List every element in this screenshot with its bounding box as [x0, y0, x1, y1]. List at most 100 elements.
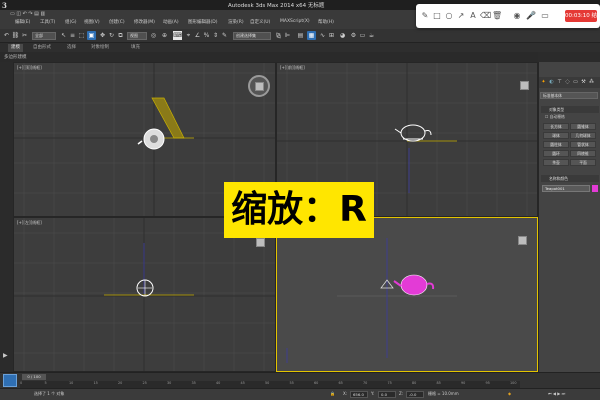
menu-graph-editors[interactable]: 图形编辑器(D) — [188, 19, 217, 25]
angle-snap-icon[interactable]: ∠ — [193, 31, 202, 40]
align-icon[interactable]: ⊫ — [283, 31, 292, 40]
menu-animation[interactable]: 动画(A) — [163, 19, 179, 25]
select-object-icon[interactable]: ↖ — [59, 31, 68, 40]
link-icon[interactable]: ⛓ — [11, 31, 20, 40]
z-coord-field[interactable]: -0.0 — [406, 391, 424, 398]
create-tab-icon[interactable]: ✦ — [540, 79, 547, 86]
geosphere-button[interactable]: 几何球体 — [570, 132, 596, 139]
material-editor-icon[interactable]: ◕ — [338, 31, 347, 40]
quick-access-icons[interactable]: ▭ ◫ ↶ ↷ ▤ ▥ — [10, 11, 45, 17]
systems-tab-icon[interactable]: ⁂ — [588, 79, 595, 86]
window-crossing-icon[interactable]: ▣ — [87, 31, 96, 40]
app-logo-icon[interactable]: 3 — [2, 1, 12, 10]
pivot-center-icon[interactable]: ◎ — [149, 31, 158, 40]
tab-object-paint[interactable]: 对象绘制 — [88, 44, 112, 52]
reference-coord-dropdown[interactable]: 视图 — [127, 32, 147, 40]
pyramid-button[interactable]: 四棱锥 — [570, 150, 596, 157]
menu-view[interactable]: 视图(V) — [84, 19, 100, 25]
rect-selection-icon[interactable]: ⬚ — [77, 31, 86, 40]
render-frame-icon[interactable]: ▭ — [358, 31, 367, 40]
name-color-rollout[interactable]: 名称和颜色 — [541, 175, 599, 182]
square-icon[interactable]: □ — [432, 11, 442, 21]
sphere-button[interactable]: 球体 — [543, 132, 569, 139]
torus-button[interactable]: 圆环 — [543, 150, 569, 157]
percent-snap-icon[interactable]: % — [202, 31, 211, 40]
object-category-dropdown[interactable]: 标准基本体 — [540, 92, 598, 99]
layer-manager-icon[interactable]: ▤ — [296, 31, 305, 40]
tab-selection[interactable]: 选择 — [64, 44, 79, 52]
object-type-rollout[interactable]: 对象类型 — [541, 106, 599, 113]
cylinder-button[interactable]: 圆柱体 — [543, 141, 569, 148]
menu-rendering[interactable]: 渲染(R) — [228, 19, 244, 25]
menu-create[interactable]: 创建(C) — [109, 19, 125, 25]
menu-maxscript[interactable]: MAXScript(X) — [280, 19, 310, 24]
viewcube-left[interactable] — [256, 238, 265, 247]
circle-icon[interactable]: ○ — [444, 11, 454, 21]
viewcube-face[interactable] — [255, 82, 264, 91]
box-button[interactable]: 长方体 — [543, 123, 569, 130]
render-setup-icon[interactable]: ⚙ — [349, 31, 358, 40]
display-tab-icon[interactable]: ▭ — [572, 79, 579, 86]
mic-icon[interactable]: 🎤 — [526, 11, 536, 21]
viewcube-front[interactable] — [520, 81, 529, 90]
object-name-field[interactable]: Teapot001 — [542, 185, 590, 192]
track-bar[interactable]: 0 5 10 15 20 25 30 35 40 45 50 55 60 65 70 75 80 85 90 95 10… — [20, 381, 520, 388]
record-icon[interactable]: ▭ — [540, 11, 550, 21]
pen-icon[interactable]: ✎ — [420, 11, 430, 21]
snaps-toggle-icon[interactable]: ⌖ — [184, 31, 193, 40]
viewcube-perspective[interactable] — [518, 236, 527, 245]
viewport-layout-icon[interactable] — [3, 374, 17, 387]
ribbon-panel-label[interactable]: 多边形建模 — [4, 54, 27, 60]
text-icon[interactable]: A — [468, 11, 478, 21]
menu-tools[interactable]: 工具(T) — [40, 19, 55, 25]
menu-help[interactable]: 帮助(H) — [318, 19, 334, 25]
motion-tab-icon[interactable]: ◌ — [564, 79, 571, 86]
menu-customize[interactable]: 自定义(U) — [250, 19, 270, 25]
move-icon[interactable]: ✥ — [98, 31, 107, 40]
keyboard-shortcut-icon[interactable]: ⌨ — [173, 31, 182, 40]
menu-group[interactable]: 组(G) — [65, 19, 77, 25]
camera-icon[interactable]: ◉ — [512, 11, 522, 21]
unlink-icon[interactable]: ✂ — [20, 31, 29, 40]
playback-controls[interactable]: ⏮ ◀ ▶ ⏭ — [548, 391, 565, 396]
lock-icon[interactable]: 🔒 — [330, 391, 335, 396]
plane-button[interactable]: 平面 — [570, 159, 596, 166]
arrow-icon[interactable]: ↗ — [456, 11, 466, 21]
hierarchy-tab-icon[interactable]: ⊤ — [556, 79, 563, 86]
schematic-view-icon[interactable]: ⊞ — [327, 31, 336, 40]
manipulate-icon[interactable]: ⊕ — [160, 31, 169, 40]
object-color-swatch[interactable] — [592, 185, 598, 192]
y-coord-field[interactable]: 0.0 — [378, 391, 396, 398]
curve-editor-icon[interactable]: ∿ — [318, 31, 327, 40]
menu-edit[interactable]: 编辑(E) — [15, 19, 30, 25]
stop-recording-button[interactable]: 00:03:10 结束 — [565, 10, 600, 22]
rotate-icon[interactable]: ↻ — [107, 31, 116, 40]
selection-filter-dropdown[interactable]: 全部 — [32, 32, 56, 40]
time-slider[interactable]: 0 / 100 — [22, 374, 46, 380]
undo-icon[interactable]: ↶ — [2, 31, 11, 40]
trash-icon[interactable]: 🗑 — [492, 11, 502, 21]
edit-named-sel-icon[interactable]: ✎ — [220, 31, 229, 40]
autogrid-checkbox[interactable]: ☐ 自动栅格 — [545, 114, 565, 120]
named-selection-dropdown[interactable]: 创建选择集 — [233, 32, 271, 40]
eraser-icon[interactable]: ⌫ — [480, 11, 491, 21]
cone-button[interactable]: 圆锥体 — [570, 123, 596, 130]
render-production-icon[interactable]: ☕ — [367, 31, 376, 40]
mirror-icon[interactable]: ⧎ — [274, 31, 283, 40]
select-by-name-icon[interactable]: ≡ — [68, 31, 77, 40]
viewport-toggle-icon[interactable]: ▶ — [3, 352, 8, 359]
graphite-toggle-icon[interactable]: ▦ — [307, 31, 316, 40]
key-mode-icon[interactable]: ◆ — [508, 391, 511, 396]
teapot-button[interactable]: 茶壶 — [543, 159, 569, 166]
spinner-snap-icon[interactable]: ⇕ — [211, 31, 220, 40]
utilities-tab-icon[interactable]: ⚒ — [580, 79, 587, 86]
tube-button[interactable]: 管状体 — [570, 141, 596, 148]
tab-modeling[interactable]: 建模 — [8, 44, 23, 52]
modify-tab-icon[interactable]: ◐ — [548, 79, 555, 86]
viewport-perspective[interactable]: [+][透视][真实] — [276, 217, 538, 372]
viewport-left[interactable]: [+][左][线框] — [13, 217, 276, 372]
scale-icon[interactable]: ⧉ — [116, 31, 125, 40]
x-coord-field[interactable]: 656.0 — [350, 391, 368, 398]
tab-populate[interactable]: 填充 — [128, 44, 143, 52]
tab-freeform[interactable]: 自由形式 — [30, 44, 54, 52]
